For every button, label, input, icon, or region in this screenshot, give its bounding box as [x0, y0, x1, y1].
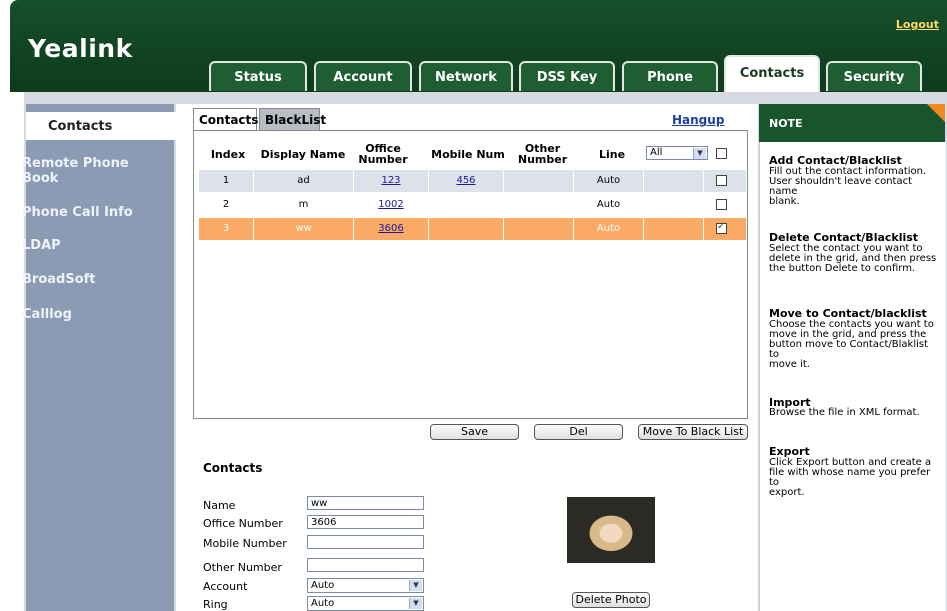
other-number-label: Other Number [203, 561, 282, 574]
yealink-logo: Yealink [28, 34, 133, 63]
note-line: button move to Contact/Blaklist to [769, 339, 929, 360]
cell-line: Auto [573, 218, 643, 240]
note-section-text: Select the contact you want to delete in… [769, 244, 939, 274]
cell-display-name: m [253, 194, 353, 216]
note-section-text: Fill out the contact information. User s… [769, 167, 939, 207]
note-header: NOTE [759, 104, 945, 142]
header-office-number: Office Number [358, 142, 408, 166]
contact-photo [567, 497, 655, 563]
header-line: Line [598, 148, 626, 161]
table-row[interactable]: 1 ad 123 456 Auto [198, 170, 746, 192]
tab-dss-key[interactable]: DSS Key [519, 61, 615, 91]
cell-other-number [503, 194, 573, 216]
row-checkbox[interactable] [716, 199, 727, 210]
header-display-name: Display Name [260, 148, 346, 161]
tab-status[interactable]: Status [209, 61, 307, 91]
cell-office-number: 1002 [353, 194, 428, 216]
row-checkbox[interactable] [716, 175, 727, 186]
ring-label: Ring [203, 598, 228, 611]
office-number-label: Office Number [203, 517, 283, 530]
cell-empty [643, 218, 703, 240]
ring-value: Auto [311, 598, 335, 609]
line-filter-select[interactable]: All ▼ [646, 146, 708, 160]
mobile-number-field[interactable] [307, 535, 424, 549]
account-value: Auto [311, 580, 335, 591]
cell-other-number [503, 170, 573, 192]
cell-display-name: ww [253, 218, 353, 240]
logout-link[interactable]: Logout [896, 18, 939, 31]
delete-photo-button[interactable]: Delete Photo [572, 592, 650, 608]
note-section-text: Click Export button and create a file wi… [769, 458, 939, 498]
mobile-num-link[interactable]: 456 [456, 175, 475, 186]
cell-office-number: 123 [353, 170, 428, 192]
subtab-blacklist[interactable]: BlackList [259, 108, 326, 130]
sidebar-item-remote-phone-book[interactable]: Remote Phone Book [22, 156, 142, 186]
cell-mobile-num [428, 218, 503, 240]
note-section-text: Choose the contacts you want to move in … [769, 320, 939, 370]
note-body [759, 142, 946, 611]
tab-network[interactable]: Network [419, 61, 513, 91]
sidebar-item-ldap[interactable]: LDAP [22, 238, 61, 253]
header-mobile-num: Mobile Num [431, 148, 505, 161]
save-button[interactable]: Save [430, 424, 519, 440]
name-label: Name [203, 499, 236, 512]
chevron-down-icon: ▼ [693, 148, 706, 159]
line-filter-value: All [650, 147, 663, 158]
cell-line: Auto [573, 170, 643, 192]
account-label: Account [203, 580, 248, 593]
cell-mobile-num [428, 194, 503, 216]
note-corner-icon [927, 104, 945, 122]
chevron-down-icon: ▼ [409, 580, 422, 591]
office-number-link[interactable]: 1002 [378, 199, 403, 210]
account-select[interactable]: Auto ▼ [307, 578, 424, 593]
delete-button[interactable]: Del [534, 424, 623, 440]
subtab-contacts[interactable]: Contacts [193, 108, 258, 130]
table-row-selected[interactable]: 3 ww 3606 Auto [198, 218, 746, 240]
office-number-field[interactable] [307, 515, 424, 529]
tab-phone[interactable]: Phone [622, 61, 718, 91]
form-title: Contacts [203, 461, 263, 475]
note-line: move it. [769, 359, 810, 370]
header-index: Index [210, 148, 246, 161]
note-line: User shouldn't leave contact name [769, 176, 913, 197]
mobile-number-label: Mobile Number [203, 537, 287, 550]
table-row[interactable]: 2 m 1002 Auto [198, 194, 746, 216]
note-section-text: Browse the file in XML format. [769, 408, 939, 418]
cell-mobile-num: 456 [428, 170, 503, 192]
select-all-checkbox[interactable] [716, 148, 727, 159]
tab-account[interactable]: Account [314, 61, 412, 91]
cell-index: 1 [198, 170, 253, 192]
tab-security[interactable]: Security [826, 61, 922, 91]
cell-line: Auto [573, 194, 643, 216]
sidebar-item-contacts[interactable]: Contacts [26, 112, 176, 140]
sidebar-item-label: Contacts [48, 119, 113, 134]
note-line: file with whose name you prefer to [769, 467, 931, 488]
office-number-link[interactable]: 3606 [378, 223, 403, 234]
note-line: blank. [769, 196, 800, 207]
cell-office-number: 3606 [353, 218, 428, 240]
cell-index: 3 [198, 218, 253, 240]
sidebar-item-calllog[interactable]: Calllog [22, 307, 72, 322]
move-to-blacklist-button[interactable]: Move To Black List [638, 424, 748, 440]
note-line: export. [769, 487, 805, 498]
sidebar-item-phone-call-info[interactable]: Phone Call Info [22, 205, 133, 220]
note-line: the button Delete to confirm. [769, 263, 916, 274]
chevron-down-icon: ▼ [409, 598, 422, 609]
row-checkbox-checked[interactable] [716, 221, 727, 234]
cell-other-number [503, 218, 573, 240]
hangup-link[interactable]: Hangup [672, 113, 724, 127]
name-field[interactable] [307, 496, 424, 510]
cell-empty [643, 170, 703, 192]
cell-display-name: ad [253, 170, 353, 192]
office-number-link[interactable]: 123 [381, 175, 400, 186]
note-line: Browse the file in XML format. [769, 407, 920, 418]
other-number-field[interactable] [307, 558, 424, 572]
tab-contacts[interactable]: Contacts [724, 55, 820, 95]
note-heading: NOTE [769, 117, 803, 130]
cell-index: 2 [198, 194, 253, 216]
header-other-number: Other Number [517, 142, 568, 166]
ring-select[interactable]: Auto ▼ [307, 596, 424, 611]
sidebar-item-broadsoft[interactable]: BroadSoft [22, 272, 96, 287]
